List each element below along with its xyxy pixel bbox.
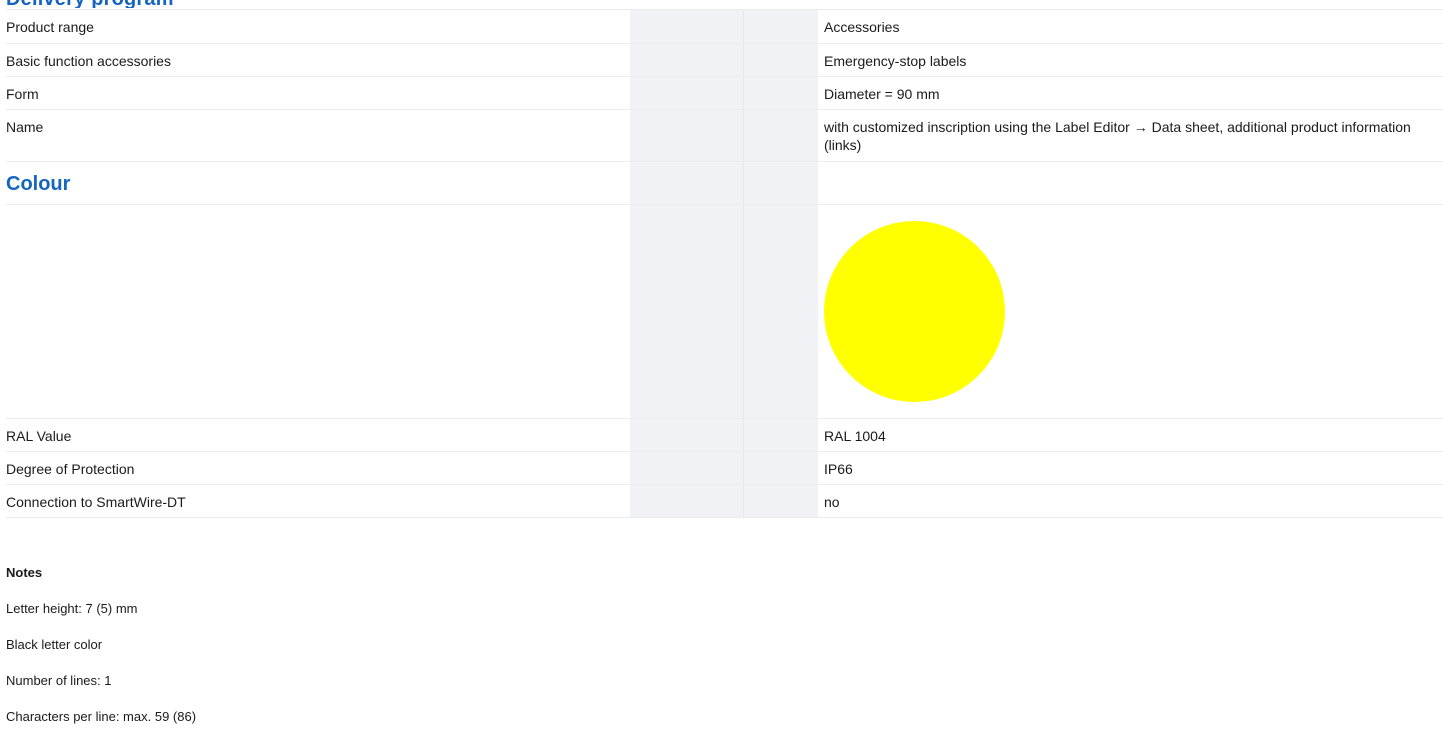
table-row: Product range Accessories <box>6 10 1443 44</box>
shaded-cell <box>630 10 744 44</box>
spec-label: Product range <box>6 10 630 44</box>
table-row: Colour <box>6 161 1443 205</box>
empty-cell <box>818 161 1443 205</box>
table-row: Basic function accessories Emergency-sto… <box>6 43 1443 77</box>
note-line: Letter height: 7 (5) mm <box>6 601 138 616</box>
colour-swatch <box>824 220 1005 402</box>
spec-value: RAL 1004 <box>818 418 1443 452</box>
spec-label: Name <box>6 109 630 162</box>
shaded-cell <box>630 43 744 77</box>
table-row: Connection to SmartWire-DT no <box>6 484 1443 518</box>
shaded-cell <box>743 76 818 110</box>
shaded-cell <box>743 10 818 44</box>
spec-label: Form <box>6 76 630 110</box>
shaded-cell <box>630 161 744 205</box>
shaded-cell <box>743 204 818 419</box>
shaded-cell <box>743 43 818 77</box>
shaded-cell <box>630 109 744 162</box>
note-line: Number of lines: 1 <box>6 673 112 688</box>
section-title-colour: Colour <box>6 172 71 195</box>
spec-value: IP66 <box>818 451 1443 485</box>
table-row: Form Diameter = 90 mm <box>6 76 1443 110</box>
shaded-cell <box>630 484 744 518</box>
spec-value: no <box>818 484 1443 518</box>
shaded-cell <box>630 451 744 485</box>
spec-value: with customized inscription using the La… <box>818 109 1443 162</box>
spec-value: Accessories <box>818 10 1443 44</box>
spec-table: Product range Accessories Basic function… <box>6 10 1443 518</box>
shaded-cell <box>743 109 818 162</box>
shaded-cell <box>743 418 818 452</box>
shaded-cell <box>743 451 818 485</box>
spec-label: Degree of Protection <box>6 451 630 485</box>
table-row: Degree of Protection IP66 <box>6 451 1443 485</box>
shaded-cell <box>630 76 744 110</box>
spec-label: Basic function accessories <box>6 43 630 77</box>
note-line: Black letter color <box>6 637 103 652</box>
notes-title: Notes <box>6 565 43 580</box>
spec-label: RAL Value <box>6 418 630 452</box>
product-spec-page: Delivery program Product range Accessori… <box>0 0 1443 755</box>
table-row: RAL Value RAL 1004 <box>6 418 1443 452</box>
shaded-cell <box>743 161 818 205</box>
spec-value: Emergency-stop labels <box>818 43 1443 77</box>
spec-value: Diameter = 90 mm <box>818 76 1443 110</box>
empty-cell <box>6 204 630 419</box>
spec-label: Connection to SmartWire-DT <box>6 484 630 518</box>
shaded-cell <box>630 204 744 419</box>
notes-section: Notes Letter height: 7 (5) mm Black lett… <box>6 565 1436 745</box>
shaded-cell <box>743 484 818 518</box>
table-row <box>6 204 1443 419</box>
section-heading-cut: Delivery program <box>6 0 174 8</box>
table-row: Name with customized inscription using t… <box>6 109 1443 162</box>
note-line: Characters per line: max. 59 (86) <box>6 709 197 724</box>
shaded-cell <box>630 418 744 452</box>
